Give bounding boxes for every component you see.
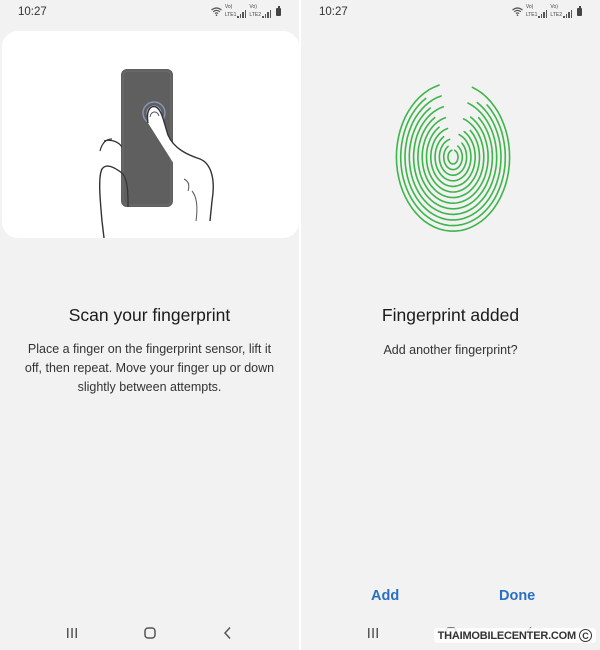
- recent-apps-button[interactable]: [62, 624, 82, 642]
- status-bar: 10:27 Vo) LTE1 Vo) LTE2: [0, 0, 299, 24]
- signal-icon: [262, 10, 271, 18]
- sim2-signal: Vo) LTE2: [550, 5, 572, 18]
- fingerprint-ridge: [447, 149, 459, 165]
- watermark: THAIMOBILECENTER.COM C: [433, 628, 596, 643]
- fingerprint-ridge: [430, 127, 476, 188]
- fingerprint-icon: [395, 84, 511, 232]
- back-button[interactable]: [218, 624, 238, 642]
- question-text: Add another fingerprint?: [383, 343, 518, 357]
- recent-apps-icon: [67, 628, 77, 638]
- sim1-signal: Vo) LTE1: [225, 5, 247, 18]
- status-bar: 10:27 Vo) LTE1 Vo) LTE2: [301, 0, 600, 24]
- recent-apps-button[interactable]: [363, 624, 383, 642]
- signal-icon: [563, 10, 572, 18]
- copyright-icon: C: [579, 629, 592, 642]
- fingerprint-ridge: [412, 106, 494, 210]
- comparison-screenshot: 10:27 Vo) LTE1 Vo) LTE2 Scan your finger…: [0, 0, 600, 650]
- back-icon: [223, 626, 231, 640]
- home-icon: [144, 627, 156, 639]
- fingerprint-graphic: [391, 75, 515, 235]
- signal-icon: [538, 10, 548, 18]
- hand-holding-phone-icon: [99, 69, 214, 239]
- fingerprint-ridge: [442, 145, 464, 171]
- sim2-signal: Vo) LTE2: [249, 5, 271, 18]
- sim1-signal: Vo) LTE1: [526, 5, 548, 18]
- recent-apps-icon: [368, 628, 378, 638]
- fingerprint-ridge: [404, 95, 502, 221]
- signal-icon: [237, 10, 247, 18]
- status-time: 10:27: [18, 6, 47, 18]
- scan-fingerprint-screen: 10:27 Vo) LTE1 Vo) LTE2 Scan your finger…: [0, 0, 299, 650]
- page-title: Fingerprint added: [381, 305, 520, 325]
- wifi-icon: [511, 7, 523, 16]
- page-title: Scan your fingerprint: [68, 305, 231, 325]
- status-time: 10:27: [319, 6, 348, 18]
- fingerprint-ridge: [434, 133, 472, 182]
- battery-icon: [276, 6, 281, 16]
- instructions-text: Place a finger on the fingerprint sensor…: [24, 342, 275, 394]
- fingerprint-added-screen: 10:27 Vo) LTE1 Vo) LTE2 Fingerprint adde…: [301, 0, 600, 650]
- done-button[interactable]: Done: [499, 588, 535, 604]
- add-button[interactable]: Add: [371, 588, 399, 604]
- battery-icon: [577, 6, 582, 16]
- navigation-bar: [0, 620, 299, 646]
- fingerprint-ridge: [417, 116, 489, 205]
- home-button[interactable]: [140, 624, 160, 642]
- fingerprint-sensor-illustration: [2, 31, 299, 239]
- wifi-icon: [210, 7, 222, 16]
